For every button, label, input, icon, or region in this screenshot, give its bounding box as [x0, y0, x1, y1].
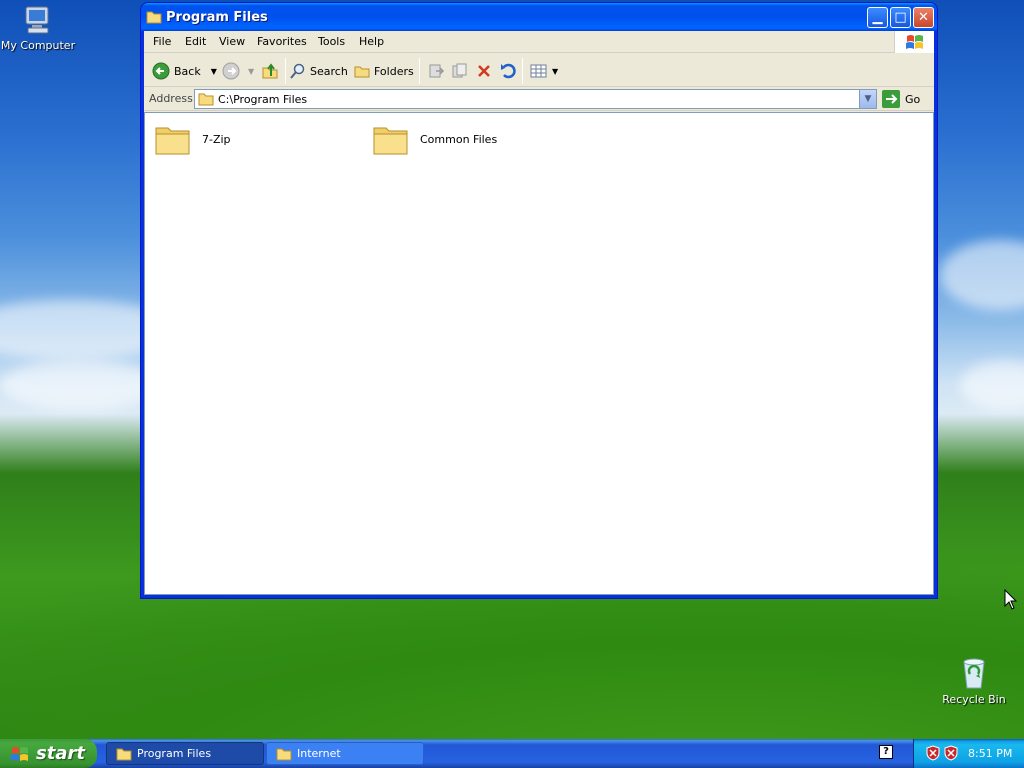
- folder-icon: [116, 748, 132, 760]
- menu-favorites[interactable]: Favorites: [257, 35, 307, 48]
- folders-icon: [354, 66, 370, 78]
- window-title: Program Files: [166, 10, 268, 25]
- system-tray: 8:51 PM: [913, 739, 1024, 768]
- menu-file[interactable]: File: [153, 35, 171, 48]
- address-label: Address: [149, 92, 193, 105]
- start-label: start: [36, 743, 85, 764]
- address-value: C:\Program Files: [218, 92, 308, 106]
- menu-view[interactable]: View: [219, 35, 245, 48]
- folder-item-common-files[interactable]: Common Files: [372, 120, 497, 158]
- search-icon: [290, 63, 305, 79]
- file-list: 7-Zip Common Files: [144, 112, 934, 595]
- forward-arrow-icon: [222, 62, 240, 80]
- folder-name: 7-Zip: [202, 132, 231, 146]
- up-folder-icon: [262, 63, 278, 79]
- chevron-down-icon: ▼: [248, 66, 255, 76]
- back-button[interactable]: Back ▼: [152, 60, 217, 82]
- folder-icon: [198, 93, 214, 106]
- menu-edit[interactable]: Edit: [185, 35, 206, 48]
- go-button[interactable]: Go: [882, 89, 920, 109]
- search-label: Search: [310, 64, 348, 78]
- chevron-down-icon: ▼: [864, 94, 872, 104]
- views-button[interactable]: ▼: [530, 60, 558, 82]
- folders-label: Folders: [374, 64, 414, 78]
- delete-button[interactable]: [476, 60, 492, 82]
- security-shield-icon[interactable]: [944, 745, 958, 761]
- desktop-icon-label: My Computer: [0, 39, 76, 52]
- help-icon[interactable]: ?: [879, 745, 893, 759]
- back-label: Back: [174, 64, 201, 78]
- copy-to-button[interactable]: [451, 60, 469, 82]
- folder-icon: [276, 748, 292, 760]
- menu-bar: File Edit View Favorites Tools Help: [144, 31, 934, 53]
- taskbar-button-internet[interactable]: Internet: [266, 742, 424, 765]
- chevron-down-icon: ▼: [552, 66, 559, 76]
- recycle-bin-icon: [963, 658, 985, 689]
- go-arrow-icon: [882, 90, 900, 108]
- back-arrow-icon: [152, 62, 170, 80]
- chevron-down-icon[interactable]: ▼: [211, 67, 217, 76]
- minimize-button[interactable]: ▁: [867, 7, 888, 28]
- task-label: Program Files: [137, 747, 212, 760]
- desktop-icon-label: Recycle Bin: [942, 693, 1006, 706]
- address-input[interactable]: C:\Program Files ▼: [194, 89, 877, 109]
- folder-name: Common Files: [420, 132, 498, 146]
- copy-to-icon: [452, 63, 467, 78]
- title-bar[interactable]: Program Files ▁ □ ✕: [141, 3, 937, 31]
- taskbar-button-program-files[interactable]: Program Files: [106, 742, 264, 765]
- close-button[interactable]: ✕: [913, 7, 934, 28]
- windows-logo: [894, 31, 934, 53]
- security-shield-icon[interactable]: [926, 745, 940, 761]
- desktop-icon-recycle-bin[interactable]: Recycle Bin: [936, 656, 1012, 706]
- my-computer-icon: [25, 6, 49, 34]
- menu-help[interactable]: Help: [359, 35, 384, 48]
- menu-tools[interactable]: Tools: [318, 35, 345, 48]
- taskbar: start Program Files Internet ? 8:51 PM: [0, 739, 1024, 768]
- up-button[interactable]: [261, 60, 279, 82]
- undo-icon: [501, 63, 516, 79]
- views-icon: [530, 64, 547, 78]
- address-bar: Address C:\Program Files ▼ Go: [144, 87, 934, 111]
- windows-flag-icon: [906, 35, 923, 49]
- undo-button[interactable]: [499, 60, 517, 82]
- mouse-cursor-icon: [1004, 589, 1018, 610]
- minimize-icon: ▁: [872, 10, 883, 25]
- toolbar: Back ▼ ▼ Search Folders ▼: [144, 53, 934, 87]
- desktop-icon-my-computer[interactable]: My Computer: [0, 4, 76, 52]
- close-icon: ✕: [918, 10, 929, 25]
- maximize-icon: □: [894, 10, 907, 25]
- task-label: Internet: [297, 747, 341, 760]
- address-dropdown-button[interactable]: ▼: [859, 90, 876, 108]
- maximize-button[interactable]: □: [890, 7, 911, 28]
- folder-icon: [373, 127, 408, 155]
- windows-flag-icon: [11, 746, 28, 761]
- folder-icon: [146, 11, 162, 24]
- search-button[interactable]: Search: [290, 60, 348, 82]
- move-to-button[interactable]: [427, 60, 445, 82]
- delete-icon: [478, 65, 490, 77]
- folder-icon: [155, 127, 190, 155]
- go-label: Go: [905, 92, 921, 106]
- window-body: File Edit View Favorites Tools Help Back…: [144, 31, 934, 595]
- folders-button[interactable]: Folders: [354, 60, 414, 82]
- clock: 8:51 PM: [968, 747, 1013, 760]
- start-button[interactable]: start: [0, 739, 97, 768]
- forward-button[interactable]: ▼: [222, 60, 254, 82]
- folder-item-7-zip[interactable]: 7-Zip: [154, 120, 231, 158]
- move-to-icon: [429, 64, 445, 78]
- explorer-window: Program Files ▁ □ ✕ File Edit View Favor…: [140, 2, 938, 599]
